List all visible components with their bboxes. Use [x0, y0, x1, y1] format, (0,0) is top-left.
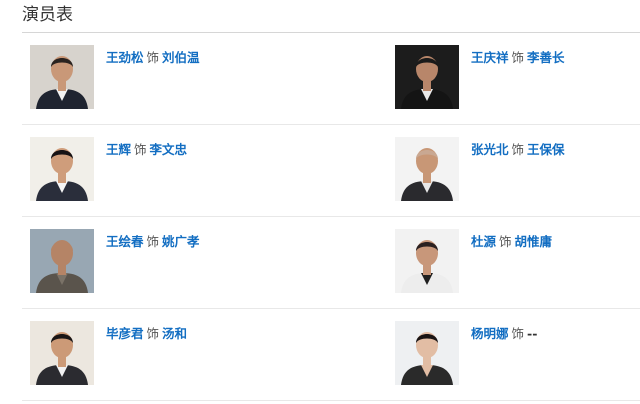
role-name-link[interactable]: 胡惟庸 — [515, 234, 553, 249]
as-label: 饰 — [146, 234, 160, 249]
cast-names: 杨明娜饰 -- — [471, 323, 537, 342]
role-name-link[interactable]: 李文忠 — [150, 142, 188, 157]
as-label: 饰 — [511, 142, 525, 157]
actor-name-link[interactable]: 王庆祥 — [471, 50, 509, 65]
as-label: 饰 — [511, 50, 525, 65]
portrait-image — [395, 321, 459, 385]
actor-name-link[interactable]: 王劲松 — [106, 50, 144, 65]
cast-row: 毕彦君饰汤和 杨明娜饰 -- — [22, 309, 640, 401]
actor-name-link[interactable]: 杨明娜 — [471, 326, 509, 341]
cast-grid: 王劲松饰刘伯温 王庆祥饰李善长 王辉饰李文忠 张光北饰王保保 王绘春 饰 姚广孝… — [22, 33, 640, 401]
as-label: 饰 — [499, 234, 512, 249]
actor-photo[interactable] — [30, 229, 94, 293]
actor-name-link[interactable]: 毕彦君 — [106, 326, 144, 341]
cast-names: 杜源饰胡惟庸 — [471, 231, 552, 250]
actor-name-link[interactable]: 王辉 — [106, 142, 131, 157]
as-label: 饰 — [134, 142, 147, 157]
cast-names: 张光北饰王保保 — [471, 139, 565, 158]
portrait-image — [30, 321, 94, 385]
cast-names: 王辉饰李文忠 — [106, 139, 187, 158]
role-name-link[interactable]: 汤和 — [162, 326, 187, 341]
cast-item: 王辉饰李文忠 — [30, 137, 330, 207]
actor-photo[interactable] — [395, 45, 459, 109]
cast-item: 杜源饰胡惟庸 — [395, 229, 640, 299]
actor-photo[interactable] — [30, 137, 94, 201]
actor-photo[interactable] — [395, 137, 459, 201]
cast-item: 王劲松饰刘伯温 — [30, 45, 330, 115]
cast-row: 王辉饰李文忠 张光北饰王保保 — [22, 125, 640, 217]
actor-name-link[interactable]: 杜源 — [471, 234, 496, 249]
cast-item: 王庆祥饰李善长 — [395, 45, 640, 115]
role-name-link[interactable]: 王保保 — [527, 142, 565, 157]
actor-photo[interactable] — [30, 45, 94, 109]
portrait-image — [395, 229, 459, 293]
actor-photo[interactable] — [395, 229, 459, 293]
cast-item: 杨明娜饰 -- — [395, 321, 640, 391]
portrait-image — [30, 229, 94, 293]
role-name-link[interactable]: 刘伯温 — [162, 50, 200, 65]
cast-item: 毕彦君饰汤和 — [30, 321, 330, 391]
cast-row: 王绘春饰姚广孝 杜源饰胡惟庸 — [22, 217, 640, 309]
portrait-image — [395, 137, 459, 201]
cast-names: 王庆祥饰李善长 — [471, 47, 565, 66]
portrait-image — [30, 45, 94, 109]
as-label: 饰 — [146, 50, 160, 65]
actor-photo[interactable] — [30, 321, 94, 385]
cast-item: 王绘春饰姚广孝 — [30, 229, 330, 299]
actor-name-link[interactable]: 王绘春 — [106, 234, 144, 249]
as-label: 饰 — [146, 326, 160, 341]
role-name-link[interactable]: 姚广孝 — [162, 234, 200, 249]
cast-names: 王劲松饰刘伯温 — [106, 47, 200, 66]
cast-row: 王劲松饰刘伯温 王庆祥饰李善长 — [22, 33, 640, 125]
cast-names: 毕彦君饰汤和 — [106, 323, 187, 342]
actor-photo[interactable] — [395, 321, 459, 385]
actor-name-link[interactable]: 张光北 — [471, 142, 509, 157]
role-name-link[interactable]: 李善长 — [527, 50, 565, 65]
cast-item: 张光北饰王保保 — [395, 137, 640, 207]
as-label: 饰 — [511, 326, 525, 341]
cast-names: 王绘春饰姚广孝 — [106, 231, 200, 250]
portrait-image — [395, 45, 459, 109]
portrait-image — [30, 137, 94, 201]
cast-section-title: 演员表 — [22, 5, 73, 25]
role-name-text: -- — [527, 326, 538, 341]
